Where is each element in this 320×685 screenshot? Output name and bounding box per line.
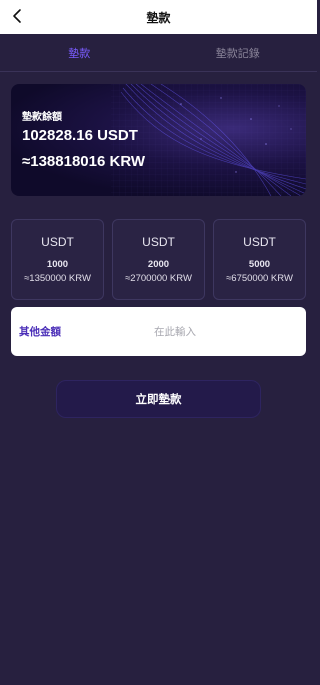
- option-amount: 5000: [248, 259, 271, 270]
- option-krw: ≈2700000 KRW: [125, 273, 192, 284]
- option-krw: ≈6750000 KRW: [226, 273, 293, 284]
- option-currency: USDT: [243, 235, 276, 249]
- balance-label: 墊款餘額: [22, 112, 62, 123]
- tab-deposit[interactable]: 墊款: [0, 34, 159, 71]
- amount-option-2000[interactable]: USDT 2000 ≈2700000 KRW: [112, 219, 205, 300]
- balance-krw: ≈138818016 KRW: [22, 153, 146, 170]
- other-amount-label: 其他金額: [19, 326, 61, 338]
- amount-option-1000[interactable]: USDT 1000 ≈1350000 KRW: [11, 219, 104, 300]
- tab-bar: 墊款 墊款記錄: [0, 34, 317, 72]
- chevron-left-icon: [13, 9, 21, 23]
- deposit-now-button[interactable]: 立即墊款: [56, 380, 261, 418]
- amount-option-5000[interactable]: USDT 5000 ≈6750000 KRW: [213, 219, 306, 300]
- balance-card: 墊款餘額 102828.16 USDT ≈138818016 KRW: [11, 84, 306, 196]
- option-currency: USDT: [142, 235, 175, 249]
- top-bar: 墊款: [0, 0, 317, 34]
- amount-options: USDT 1000 ≈1350000 KRW USDT 2000 ≈270000…: [11, 219, 306, 300]
- balance-usdt: 102828.16 USDT: [22, 127, 138, 144]
- option-amount: 1000: [46, 259, 69, 270]
- other-amount-input[interactable]: [154, 325, 306, 338]
- back-button[interactable]: [6, 5, 28, 27]
- option-krw: ≈1350000 KRW: [24, 273, 91, 284]
- option-currency: USDT: [41, 235, 74, 249]
- option-amount: 2000: [147, 259, 170, 270]
- tab-deposit-records[interactable]: 墊款記錄: [159, 34, 318, 71]
- page-title: 墊款: [146, 10, 171, 25]
- other-amount-row: 其他金額: [11, 307, 306, 356]
